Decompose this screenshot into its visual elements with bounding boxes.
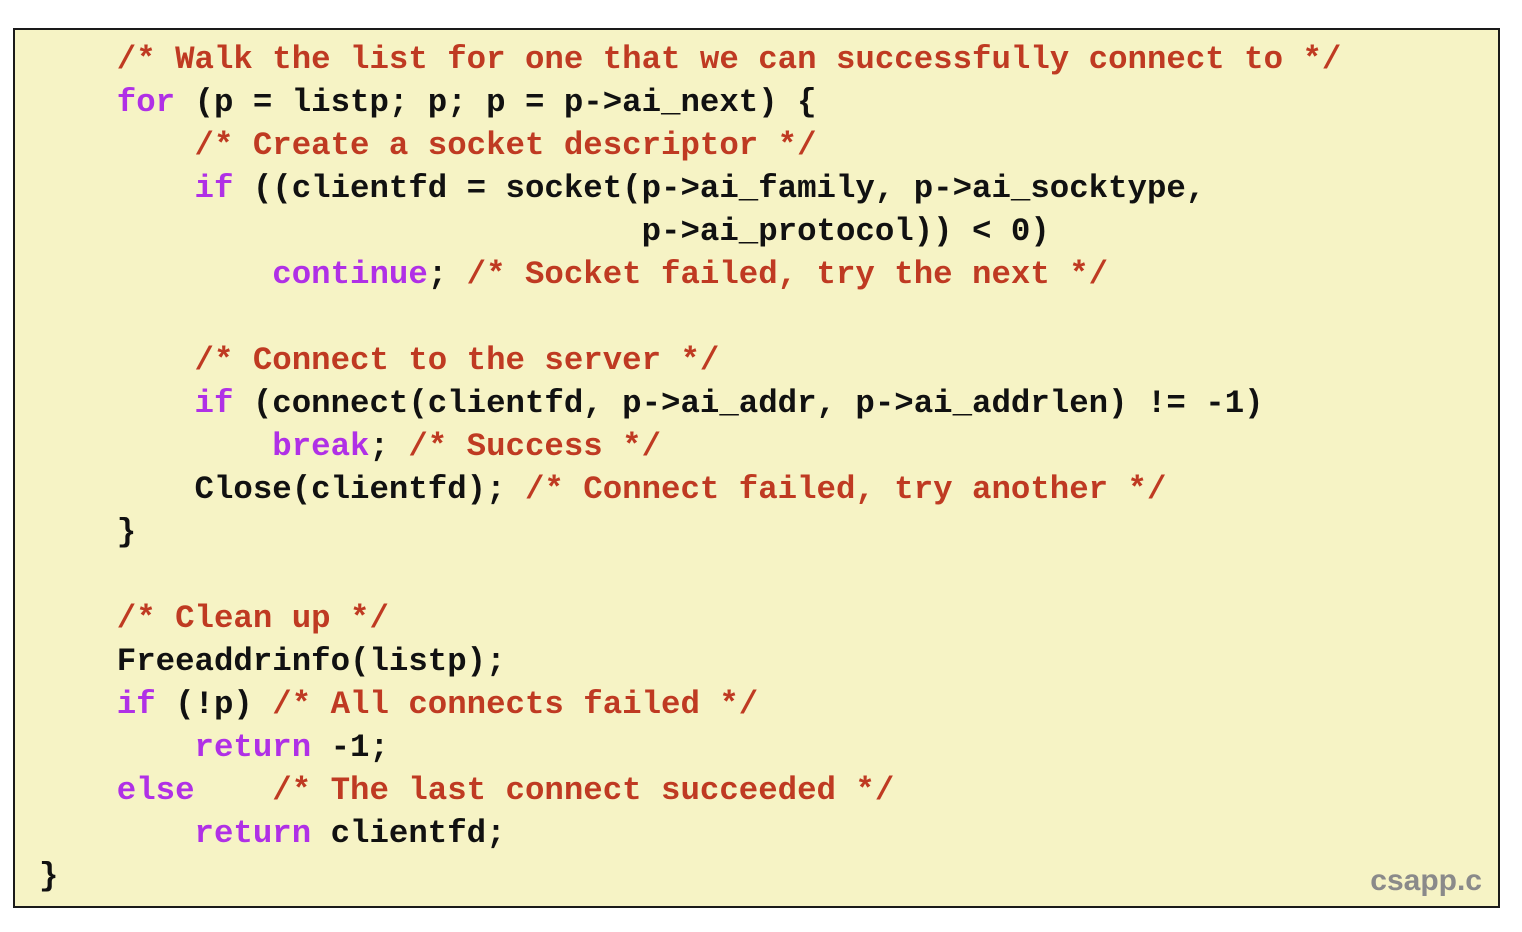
- code-text: clientfd;: [311, 815, 506, 852]
- code-line: /* Walk the list for one that we can suc…: [39, 38, 1342, 81]
- code-text: }: [39, 514, 137, 551]
- code-keyword: return: [194, 729, 312, 766]
- code-line: else /* The last connect succeeded */: [39, 769, 895, 812]
- filename-label: csapp.c: [1370, 864, 1482, 897]
- code-keyword: break: [272, 428, 370, 465]
- code-text: -1;: [311, 729, 389, 766]
- code-text: Close(clientfd);: [39, 471, 525, 508]
- code-text: (connect(clientfd, p->ai_addr, p->ai_add…: [233, 385, 1264, 422]
- code-comment: /* Success */: [408, 428, 662, 465]
- code-line: Close(clientfd); /* Connect failed, try …: [39, 468, 1167, 511]
- code-line: /* Clean up */: [39, 597, 389, 640]
- code-comment: /* Clean up */: [116, 600, 389, 637]
- code-comment: /* The last connect succeeded */: [272, 772, 895, 809]
- code-keyword: for: [116, 84, 176, 121]
- code-keyword: else: [116, 772, 195, 809]
- code-line: for (p = listp; p; p = p->ai_next) {: [39, 81, 817, 124]
- code-line: p->ai_protocol)) < 0): [39, 210, 1050, 253]
- code-text: p->ai_protocol)) < 0): [39, 213, 1050, 250]
- code-keyword: return: [194, 815, 312, 852]
- code-keyword: if: [116, 686, 156, 723]
- code-text: ((clientfd = socket(p->ai_family, p->ai_…: [233, 170, 1206, 207]
- code-line: /* Create a socket descriptor */: [39, 124, 817, 167]
- code-text: Freeaddrinfo(listp);: [39, 643, 506, 680]
- code-line: break; /* Success */: [39, 425, 661, 468]
- code-comment: /* Socket failed, try the next */: [466, 256, 1109, 293]
- code-comment: /* Connect failed, try another */: [524, 471, 1167, 508]
- code-line: return -1;: [39, 726, 389, 769]
- code-line: /* Connect to the server */: [39, 339, 720, 382]
- code-comment: /* Connect to the server */: [194, 342, 720, 379]
- code-keyword: continue: [272, 256, 428, 293]
- code-text: (!p): [155, 686, 273, 723]
- code-text: ;: [427, 256, 467, 293]
- code-line: }: [39, 855, 58, 898]
- code-keyword: if: [194, 385, 234, 422]
- code-text: ;: [369, 428, 409, 465]
- code-listing: /* Walk the list for one that we can suc…: [13, 28, 1500, 908]
- code-comment: /* Create a socket descriptor */: [194, 127, 817, 164]
- code-line: }: [39, 511, 136, 554]
- code-line: return clientfd;: [39, 812, 506, 855]
- code-line: continue; /* Socket failed, try the next…: [39, 253, 1108, 296]
- code-line: if ((clientfd = socket(p->ai_family, p->…: [39, 167, 1206, 210]
- code-text: (p = listp; p; p = p->ai_next) {: [175, 84, 817, 121]
- code-line: if (connect(clientfd, p->ai_addr, p->ai_…: [39, 382, 1264, 425]
- code-comment: /* All connects failed */: [272, 686, 759, 723]
- code-keyword: if: [194, 170, 234, 207]
- code-text: }: [39, 858, 59, 895]
- code-comment: /* Walk the list for one that we can suc…: [116, 41, 1342, 78]
- code-line: if (!p) /* All connects failed */: [39, 683, 758, 726]
- code-line: Freeaddrinfo(listp);: [39, 640, 506, 683]
